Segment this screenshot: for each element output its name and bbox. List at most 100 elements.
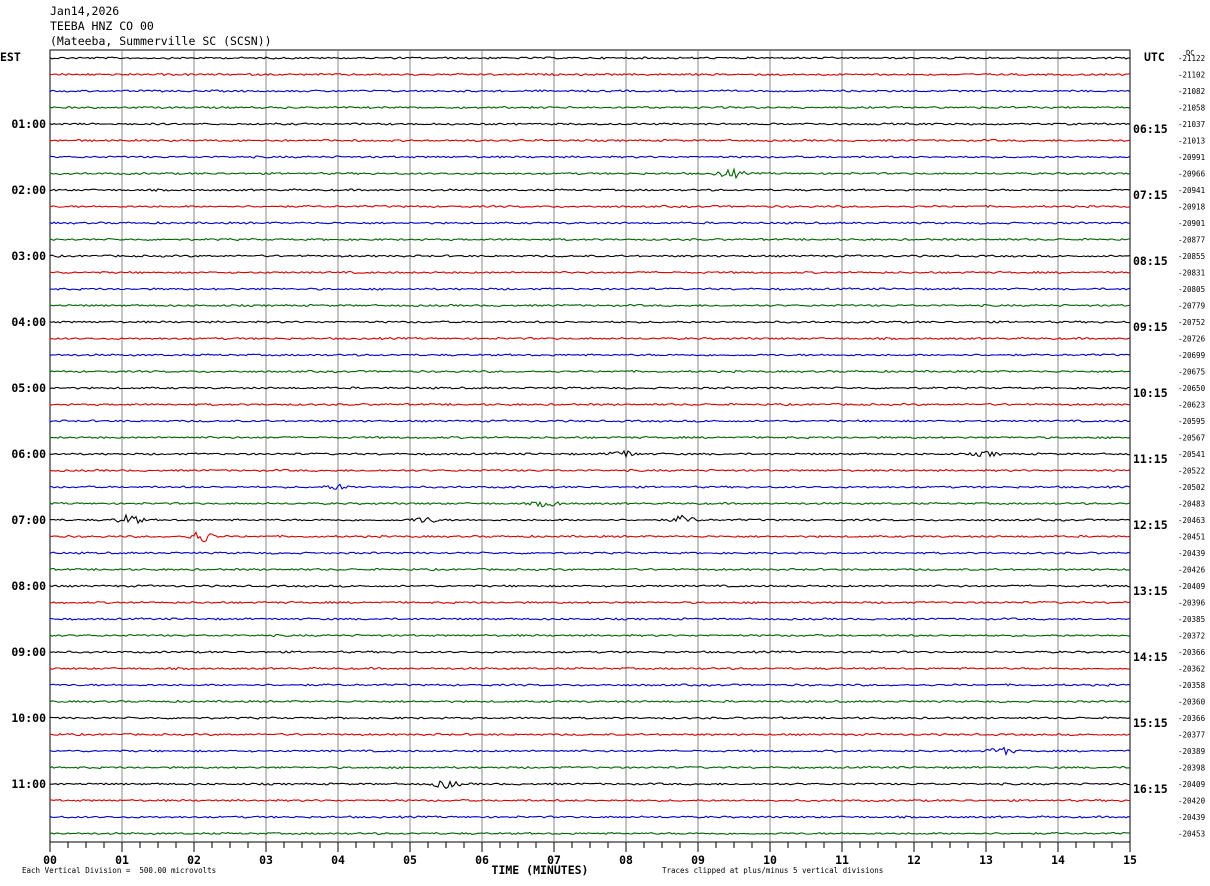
trace-24 xyxy=(49,449,1131,459)
x-tick-label: 00 xyxy=(43,853,57,867)
trace-40 xyxy=(49,716,1131,720)
dc-offset-label: -21082 xyxy=(1178,87,1205,96)
dc-offset-label: -20426 xyxy=(1178,566,1206,575)
x-tick-label: 08 xyxy=(619,853,633,867)
trace-15 xyxy=(49,303,1131,308)
trace-46 xyxy=(49,815,1131,819)
est-hour-label: 05:00 xyxy=(11,381,46,395)
dc-offset-label: -20805 xyxy=(1178,285,1205,294)
dc-offset-label: -20439 xyxy=(1178,549,1205,558)
est-hour-label: 08:00 xyxy=(11,579,46,593)
trace-32 xyxy=(49,584,1131,588)
dc-offset-label: -20991 xyxy=(1178,153,1205,162)
x-tick-label: 09 xyxy=(691,853,705,867)
trace-2 xyxy=(49,89,1131,93)
trace-29 xyxy=(49,530,1131,543)
trace-19 xyxy=(49,369,1131,374)
dc-offset-label: -20877 xyxy=(1178,236,1205,245)
trace-41 xyxy=(49,732,1131,737)
est-hour-label: 03:00 xyxy=(11,249,46,263)
dc-offset-label: -20398 xyxy=(1178,764,1206,773)
trace-34 xyxy=(49,617,1131,621)
dc-offset-label: -21102 xyxy=(1178,71,1205,80)
dc-offset-label: -20389 xyxy=(1178,747,1205,756)
x-tick-label: 12 xyxy=(907,853,921,867)
trace-18 xyxy=(49,353,1131,357)
dc-offset-label: -20385 xyxy=(1178,615,1205,624)
dc-offset-label: -20567 xyxy=(1178,434,1205,443)
x-tick-label: 15 xyxy=(1123,853,1137,867)
est-hour-label: 04:00 xyxy=(11,315,46,329)
est-hour-label: 09:00 xyxy=(11,645,46,659)
trace-23 xyxy=(49,435,1131,440)
utc-hour-label: 10:15 xyxy=(1133,386,1168,400)
dc-offset-label: -20901 xyxy=(1178,219,1205,228)
trace-0 xyxy=(49,56,1131,60)
dc-offset-label: -20483 xyxy=(1178,500,1205,509)
trace-35 xyxy=(49,633,1131,638)
trace-12 xyxy=(49,254,1131,258)
x-tick-label: 01 xyxy=(115,853,129,867)
est-hour-label: 10:00 xyxy=(11,711,46,725)
dc-offset-label: -20595 xyxy=(1178,417,1205,426)
trace-31 xyxy=(49,567,1131,572)
x-tick-label: 02 xyxy=(187,853,201,867)
dc-offset-label: -20451 xyxy=(1178,533,1205,542)
trace-4 xyxy=(49,122,1131,126)
dc-offset-label: -20409 xyxy=(1178,780,1205,789)
trace-28 xyxy=(49,513,1131,525)
trace-44 xyxy=(49,780,1131,790)
dc-offset-label: -20366 xyxy=(1178,648,1206,657)
seismogram-plot: -21122 -21102 -21082 -21058 -21037 -21013 -209… xyxy=(11,49,1206,877)
trace-26 xyxy=(49,483,1131,490)
dc-offset-label: -20372 xyxy=(1178,632,1205,641)
dc-offset-label: -21013 xyxy=(1178,137,1205,146)
dc-offset-label: -20502 xyxy=(1178,483,1205,492)
est-hour-label: 11:00 xyxy=(11,777,46,791)
trace-36 xyxy=(49,650,1131,654)
dc-offset-label: -20362 xyxy=(1178,665,1205,674)
utc-hour-label: 14:15 xyxy=(1133,650,1168,664)
dc-offset-label: -20420 xyxy=(1178,797,1206,806)
dc-offset-label: -20699 xyxy=(1178,351,1205,360)
trace-30 xyxy=(49,551,1131,555)
est-hour-label: 07:00 xyxy=(11,513,46,527)
trace-17 xyxy=(49,336,1131,341)
est-hour-label: 06:00 xyxy=(11,447,46,461)
x-tick-label: 11 xyxy=(835,853,849,867)
trace-3 xyxy=(49,105,1131,110)
x-axis-title: TIME (MINUTES) xyxy=(492,863,589,877)
trace-5 xyxy=(49,138,1131,143)
trace-27 xyxy=(49,500,1131,508)
dc-offset-label: -20726 xyxy=(1178,335,1206,344)
trace-10 xyxy=(49,221,1131,225)
dc-offset-label: -20650 xyxy=(1178,384,1206,393)
dc-offset-label: -20453 xyxy=(1178,830,1205,839)
utc-hour-label: 16:15 xyxy=(1133,782,1168,796)
trace-7 xyxy=(49,167,1131,180)
x-tick-label: 06 xyxy=(475,853,489,867)
dc-offset-label: -21122 xyxy=(1178,54,1205,63)
dc-offset-label: -20396 xyxy=(1178,599,1206,608)
est-hour-label: 02:00 xyxy=(11,183,46,197)
dc-offset-label: -20522 xyxy=(1178,467,1205,476)
trace-39 xyxy=(49,699,1131,704)
trace-43 xyxy=(49,765,1131,770)
dc-offset-label: -20918 xyxy=(1178,203,1206,212)
dc-offset-label: -20941 xyxy=(1178,186,1205,195)
dc-offset-label: -20855 xyxy=(1178,252,1205,261)
dc-offset-label: -20463 xyxy=(1178,516,1205,525)
dc-offset-label: -21058 xyxy=(1178,104,1206,113)
trace-11 xyxy=(49,237,1131,242)
dc-offset-label: -20752 xyxy=(1178,318,1205,327)
trace-16 xyxy=(49,320,1131,324)
utc-hour-label: 15:15 xyxy=(1133,716,1168,730)
est-hour-label: 01:00 xyxy=(11,117,46,131)
dc-offset-label: -20623 xyxy=(1178,401,1205,410)
utc-hour-label: 12:15 xyxy=(1133,518,1168,532)
trace-21 xyxy=(49,402,1130,407)
utc-hour-label: 13:15 xyxy=(1133,584,1168,598)
trace-20 xyxy=(49,386,1131,390)
dc-offset-label: -20377 xyxy=(1178,731,1205,740)
x-tick-label: 04 xyxy=(331,853,345,867)
